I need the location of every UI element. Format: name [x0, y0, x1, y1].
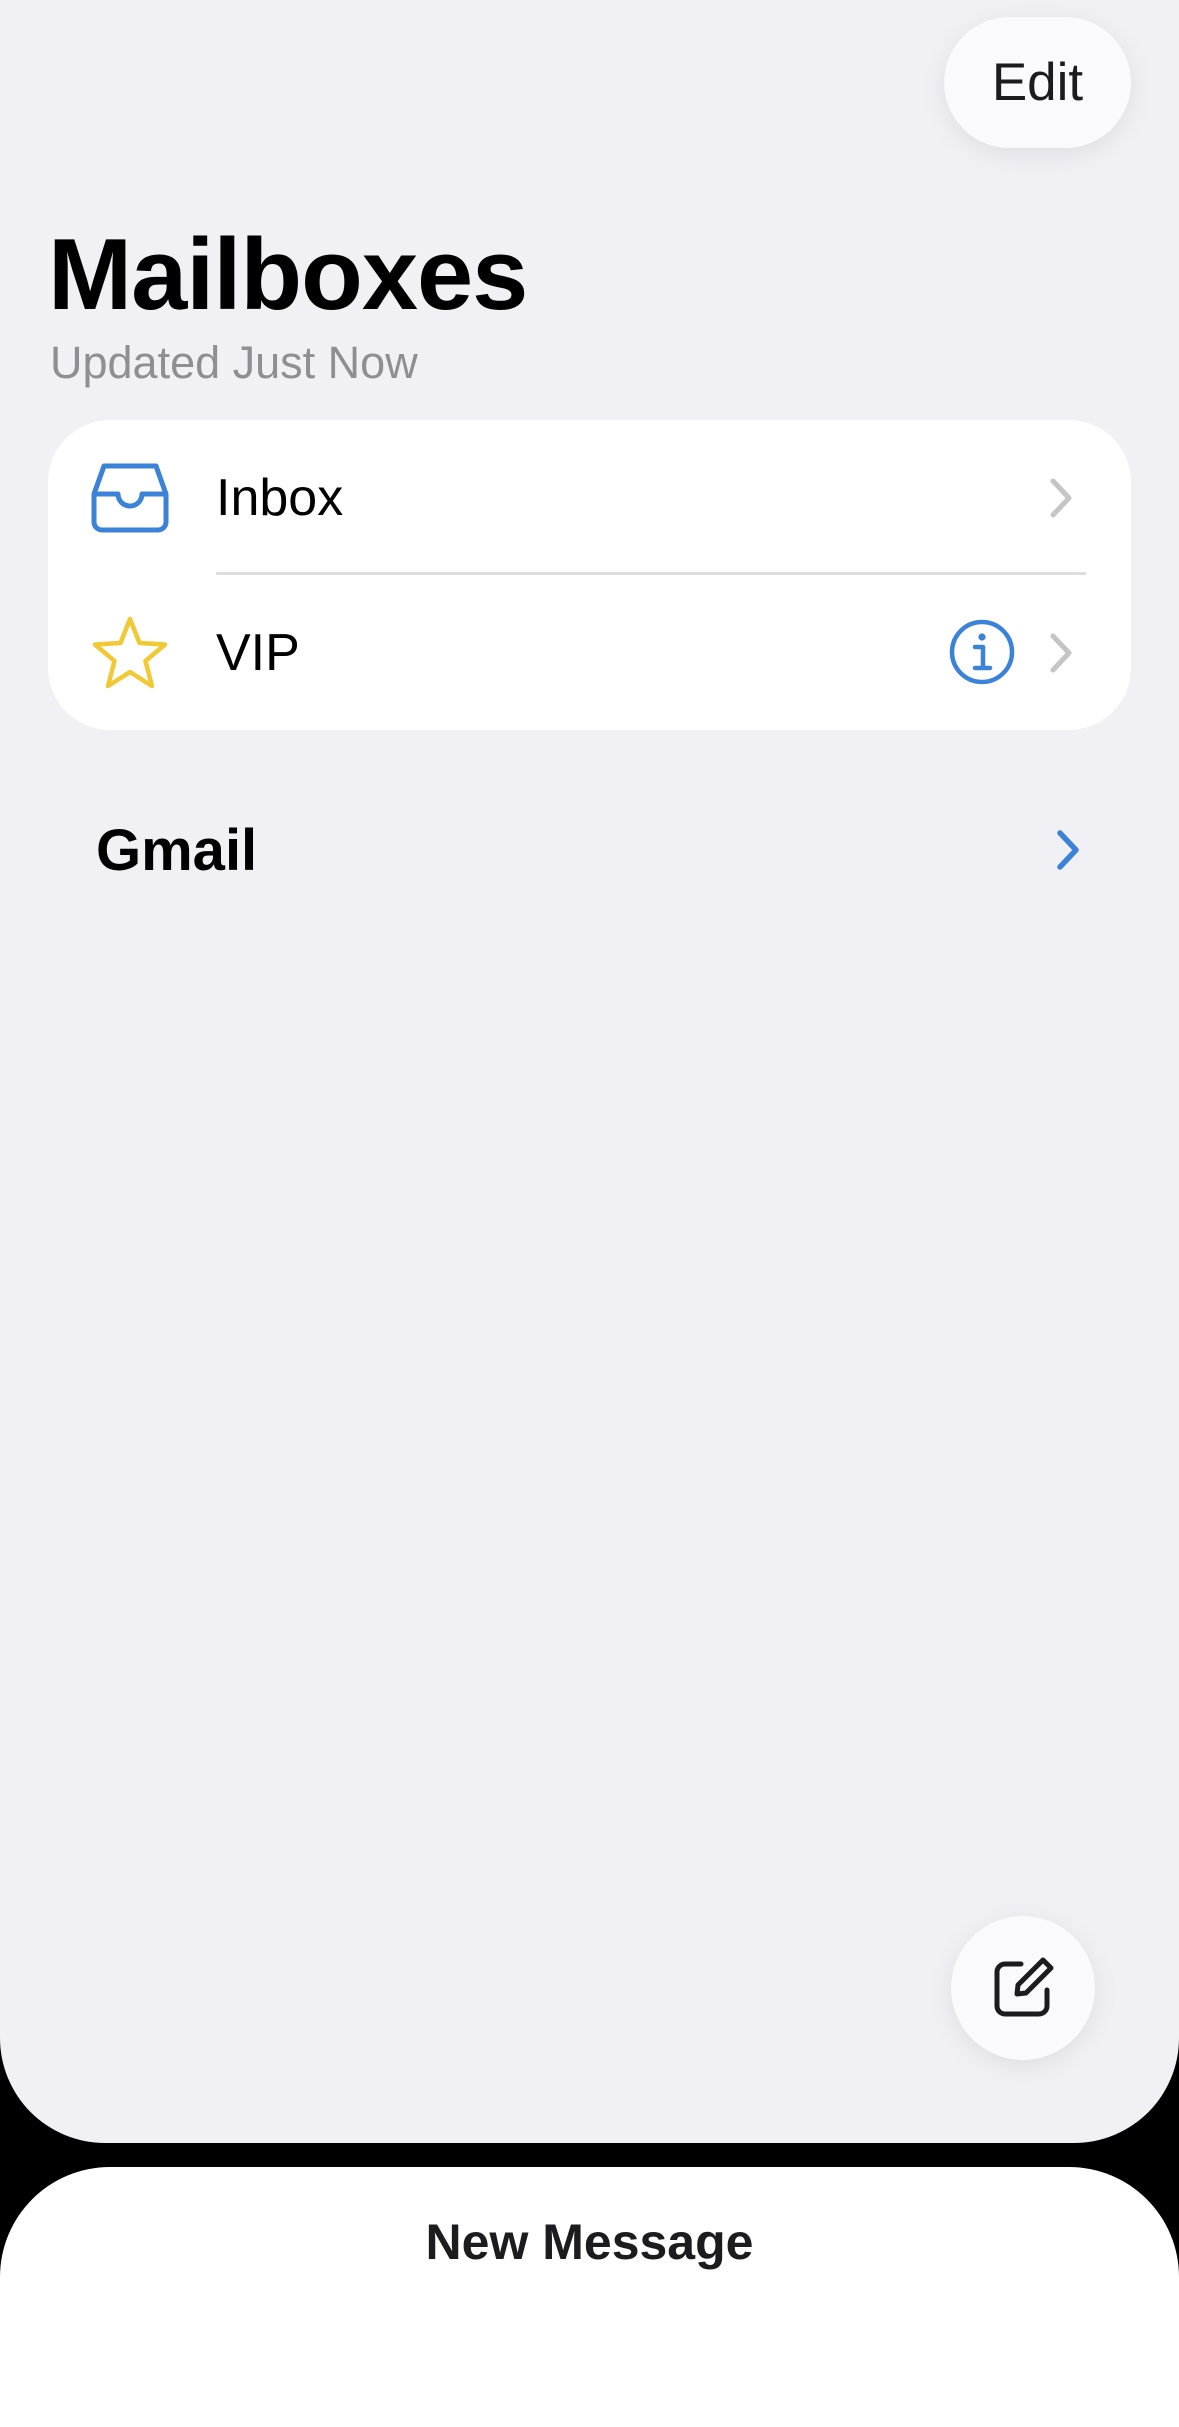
mailbox-label-vip: VIP — [216, 623, 300, 682]
compose-button[interactable] — [951, 1916, 1095, 2060]
edit-button[interactable]: Edit — [944, 17, 1131, 148]
mailbox-row-inbox[interactable]: Inbox — [48, 420, 1131, 575]
account-section-gmail[interactable]: Gmail — [48, 780, 1131, 920]
chevron-right-icon — [1050, 633, 1072, 673]
mailbox-label-inbox: Inbox — [216, 468, 344, 527]
mailbox-list: Inbox VIP — [48, 420, 1131, 730]
account-title-gmail: Gmail — [96, 817, 258, 883]
chevron-right-icon — [1050, 478, 1072, 518]
edit-button-label: Edit — [991, 53, 1084, 112]
compose-icon — [994, 1957, 1054, 2017]
updated-status: Updated Just Now — [50, 337, 418, 388]
inbox-tray-icon — [91, 463, 169, 533]
page-title: Mailboxes — [48, 219, 528, 331]
mailboxes-screen: Edit Mailboxes Updated Just Now Inbox VI… — [0, 0, 1179, 2143]
new-message-sheet[interactable]: New Message — [0, 2167, 1179, 2427]
info-circle-icon[interactable] — [948, 618, 1016, 686]
star-outline-icon — [92, 616, 168, 689]
mailbox-row-vip[interactable]: VIP — [48, 575, 1131, 730]
sheet-title: New Message — [425, 2214, 754, 2270]
chevron-right-icon[interactable] — [1054, 828, 1082, 872]
